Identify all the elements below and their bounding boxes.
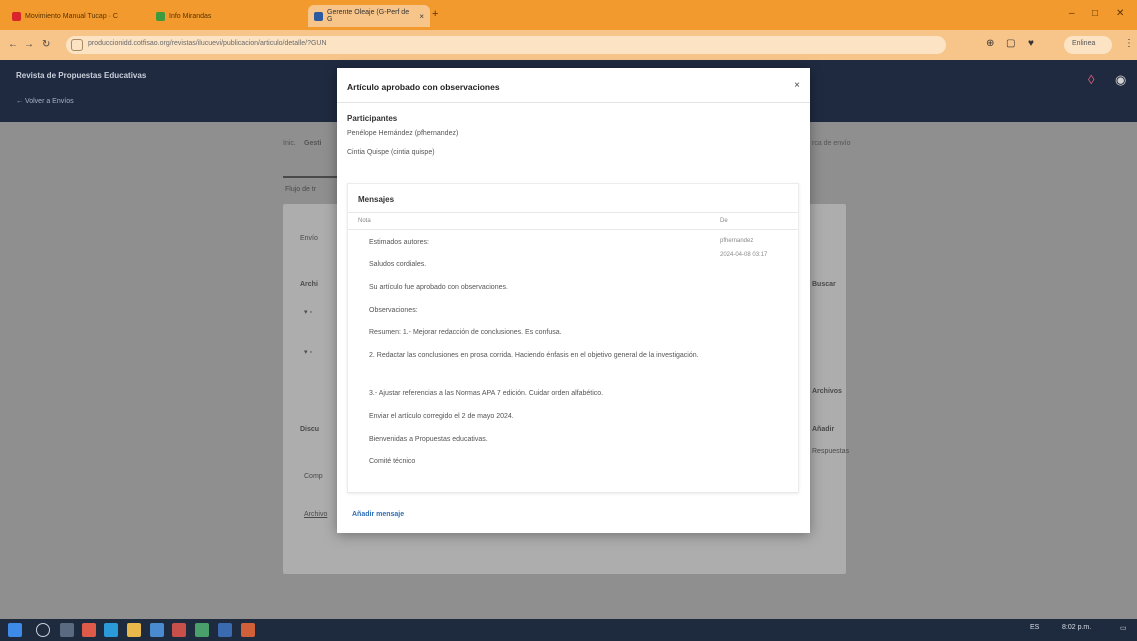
chrome-icon[interactable] [195,623,209,637]
youtube-icon [12,11,21,21]
message-line: Enviar el artículo corregido el 2 de may… [369,413,514,420]
discussion-link[interactable]: Comp [304,473,323,480]
message-line: Su artículo fue aprobado con observacion… [369,284,508,291]
message-line: Saludos cordiales. [369,261,427,268]
search-icon[interactable] [36,623,50,637]
url-text: produccionidd.cotfisao.org/revistas/iluc… [88,40,327,47]
bell-icon[interactable]: ◊ [1088,72,1094,87]
column-header-from: De [720,218,728,224]
site-icon [156,11,165,21]
breadcrumb-home[interactable]: Inic. [283,140,296,147]
tab-label: Info Mirandas [169,12,212,20]
close-tab-icon[interactable]: × [419,12,424,21]
column-header-note: Nota [358,218,371,224]
clock[interactable]: 8:02 p.m. [1062,624,1091,631]
minimize-icon[interactable]: – [1069,8,1075,19]
messages-panel: Mensajes Nota De Estimados autores: pfhe… [347,183,799,493]
modal-title: Artículo aprobado con observaciones [347,82,500,92]
new-tab-icon[interactable]: + [432,8,438,20]
close-window-icon[interactable]: ✕ [1116,8,1124,19]
taskbar-app-icon[interactable] [82,623,96,637]
files-heading: Archi [300,281,318,288]
discussion-modal: Artículo aprobado con observaciones × Pa… [337,68,810,533]
divider [337,102,810,103]
close-icon[interactable]: × [794,80,800,91]
tab-workflow[interactable]: Flujo de tr [285,186,316,193]
messages-heading: Mensajes [358,195,395,204]
message-line: 3.- Ajustar referencias a las Normas APA… [369,390,604,397]
message-line: Estimados autores: [369,239,429,246]
browser-tab[interactable]: Movimiento Manual Tucap · C [6,5,148,27]
breadcrumb-right: rca de envío [812,140,851,147]
search-link[interactable]: Buscar [812,281,836,288]
app-title: Revista de Propuestas Educativas [16,71,147,80]
address-bar[interactable]: produccionidd.cotfisao.org/revistas/iluc… [66,36,946,54]
participant-item: Cintia Quispe (cintia quispe) [347,149,435,156]
profile-button[interactable]: Enlinea [1064,36,1112,54]
browser-tab[interactable]: Info Mirandas [150,5,240,27]
store-icon[interactable] [150,623,164,637]
message-line: Observaciones: [369,307,418,314]
forward-icon[interactable]: → [24,39,34,50]
subtab-submission[interactable]: Envío [300,235,318,242]
message-line: Comité técnico [369,458,416,465]
message-line: Resumen: 1.- Mejorar redacción de conclu… [369,329,562,336]
menu-icon[interactable]: ⋮ [1124,38,1134,49]
browser-toolbar: ← → ↻ produccionidd.cotfisao.org/revista… [0,30,1137,60]
task-view-icon[interactable] [60,623,74,637]
message-sender: pfhernandez [720,238,754,244]
participants-heading: Participantes [347,114,398,123]
site-icon [314,11,323,21]
browser-tab-bar: Movimiento Manual Tucap · C Info Miranda… [0,0,1137,30]
divider [348,229,798,230]
browser-tab-active[interactable]: Gerente Oleaje (G-Perf de G × [308,5,430,27]
user-icon[interactable]: ◉ [1115,72,1126,88]
divider [348,492,798,493]
maximize-icon[interactable]: □ [1092,8,1098,19]
divider [348,212,798,213]
word-icon[interactable] [218,623,232,637]
back-icon[interactable]: ← [8,39,18,50]
site-info-icon[interactable] [71,39,83,51]
edge-icon[interactable] [104,623,118,637]
folder-icon[interactable] [127,623,141,637]
add-discussion-link[interactable]: Añadir [812,426,834,433]
add-message-button[interactable]: Añadir mensaje [352,511,404,518]
extensions-icon[interactable]: ⊕ [986,38,994,49]
breadcrumb: Gesti [304,140,322,147]
taskbar-app-icon[interactable] [241,623,255,637]
message-line: 2. Redactar las conclusiones en prosa co… [369,352,699,359]
reload-icon[interactable]: ↻ [42,39,50,50]
file-link[interactable]: Archivo [304,511,327,518]
taskbar: ES 8:02 p.m. ▭ [0,619,1137,641]
back-to-submissions-link[interactable]: ← Volver a Envíos [16,98,74,105]
participant-item: Penélope Hernández (pfhernandez) [347,130,459,137]
taskbar-app-icon[interactable] [172,623,186,637]
expand-icon[interactable]: ▾ ▫ [304,308,312,316]
message-date: 2024-04-08 03:17 [720,252,768,258]
bookmark-icon[interactable]: ♥ [1028,38,1034,49]
tab-label: Movimiento Manual Tucap · C [25,12,118,20]
windows-start-icon[interactable] [8,623,22,637]
notifications-icon[interactable]: ▭ [1120,624,1127,632]
system-tray[interactable]: ES [1030,624,1039,631]
tab-label: Gerente Oleaje (G-Perf de G [327,9,410,23]
files-link[interactable]: Archivos [812,388,842,395]
message-line: Bienvenidas a Propuestas educativas. [369,436,488,443]
sidebar-icon[interactable]: ▢ [1006,38,1015,49]
discussions-heading: Discu [300,426,320,433]
tab-underline [283,176,343,178]
expand-icon[interactable]: ▾ ▫ [304,348,312,356]
replies-column: Respuestas [812,448,849,455]
